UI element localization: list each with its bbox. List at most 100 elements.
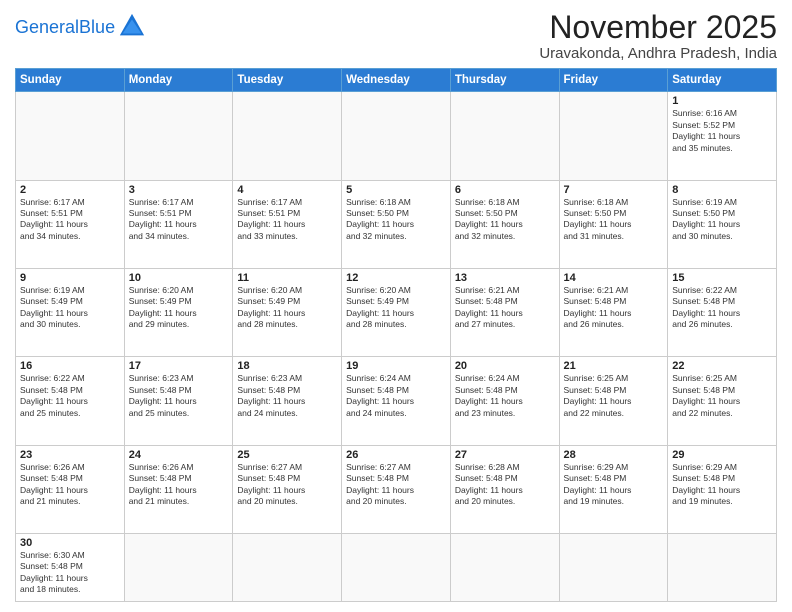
day-info: Sunrise: 6:20 AM Sunset: 5:49 PM Dayligh… [237,285,337,331]
day-info: Sunrise: 6:17 AM Sunset: 5:51 PM Dayligh… [20,197,120,243]
day-number: 22 [672,360,772,372]
day-number: 17 [129,360,229,372]
title-block: November 2025 Uravakonda, Andhra Pradesh… [539,10,777,62]
day-number: 7 [564,184,664,196]
day-cell: 22Sunrise: 6:25 AM Sunset: 5:48 PM Dayli… [668,357,777,445]
day-info: Sunrise: 6:18 AM Sunset: 5:50 PM Dayligh… [564,197,664,243]
day-number: 10 [129,272,229,284]
day-info: Sunrise: 6:18 AM Sunset: 5:50 PM Dayligh… [346,197,446,243]
day-info: Sunrise: 6:24 AM Sunset: 5:48 PM Dayligh… [455,373,555,419]
day-cell: 20Sunrise: 6:24 AM Sunset: 5:48 PM Dayli… [450,357,559,445]
day-number: 16 [20,360,120,372]
day-number: 28 [564,449,664,461]
day-cell: 1Sunrise: 6:16 AM Sunset: 5:52 PM Daylig… [668,92,777,180]
day-number: 30 [20,537,120,549]
day-info: Sunrise: 6:25 AM Sunset: 5:48 PM Dayligh… [564,373,664,419]
day-cell [668,534,777,602]
location: Uravakonda, Andhra Pradesh, India [539,45,777,62]
weekday-header-wednesday: Wednesday [342,69,451,92]
day-cell [233,534,342,602]
day-number: 19 [346,360,446,372]
day-info: Sunrise: 6:16 AM Sunset: 5:52 PM Dayligh… [672,108,772,154]
day-cell: 8Sunrise: 6:19 AM Sunset: 5:50 PM Daylig… [668,180,777,268]
day-info: Sunrise: 6:21 AM Sunset: 5:48 PM Dayligh… [564,285,664,331]
day-cell: 5Sunrise: 6:18 AM Sunset: 5:50 PM Daylig… [342,180,451,268]
day-cell: 24Sunrise: 6:26 AM Sunset: 5:48 PM Dayli… [124,445,233,533]
day-info: Sunrise: 6:17 AM Sunset: 5:51 PM Dayligh… [237,197,337,243]
day-number: 25 [237,449,337,461]
week-row-1: 2Sunrise: 6:17 AM Sunset: 5:51 PM Daylig… [16,180,777,268]
logo: GeneralBlue [15,14,146,42]
day-cell: 18Sunrise: 6:23 AM Sunset: 5:48 PM Dayli… [233,357,342,445]
week-row-5: 30Sunrise: 6:30 AM Sunset: 5:48 PM Dayli… [16,534,777,602]
day-cell: 26Sunrise: 6:27 AM Sunset: 5:48 PM Dayli… [342,445,451,533]
day-number: 29 [672,449,772,461]
day-cell: 29Sunrise: 6:29 AM Sunset: 5:48 PM Dayli… [668,445,777,533]
day-cell: 28Sunrise: 6:29 AM Sunset: 5:48 PM Dayli… [559,445,668,533]
day-info: Sunrise: 6:26 AM Sunset: 5:48 PM Dayligh… [129,462,229,508]
week-row-2: 9Sunrise: 6:19 AM Sunset: 5:49 PM Daylig… [16,268,777,356]
calendar-table: SundayMondayTuesdayWednesdayThursdayFrid… [15,68,777,602]
day-cell [16,92,125,180]
day-number: 4 [237,184,337,196]
day-info: Sunrise: 6:22 AM Sunset: 5:48 PM Dayligh… [672,285,772,331]
weekday-header-monday: Monday [124,69,233,92]
day-cell: 15Sunrise: 6:22 AM Sunset: 5:48 PM Dayli… [668,268,777,356]
day-cell: 2Sunrise: 6:17 AM Sunset: 5:51 PM Daylig… [16,180,125,268]
day-number: 9 [20,272,120,284]
day-cell [450,92,559,180]
day-info: Sunrise: 6:30 AM Sunset: 5:48 PM Dayligh… [20,550,120,596]
day-info: Sunrise: 6:23 AM Sunset: 5:48 PM Dayligh… [237,373,337,419]
day-cell: 13Sunrise: 6:21 AM Sunset: 5:48 PM Dayli… [450,268,559,356]
day-cell: 6Sunrise: 6:18 AM Sunset: 5:50 PM Daylig… [450,180,559,268]
day-info: Sunrise: 6:17 AM Sunset: 5:51 PM Dayligh… [129,197,229,243]
day-info: Sunrise: 6:27 AM Sunset: 5:48 PM Dayligh… [346,462,446,508]
weekday-header-saturday: Saturday [668,69,777,92]
day-cell: 27Sunrise: 6:28 AM Sunset: 5:48 PM Dayli… [450,445,559,533]
week-row-4: 23Sunrise: 6:26 AM Sunset: 5:48 PM Dayli… [16,445,777,533]
weekday-header-tuesday: Tuesday [233,69,342,92]
weekday-header-friday: Friday [559,69,668,92]
day-info: Sunrise: 6:22 AM Sunset: 5:48 PM Dayligh… [20,373,120,419]
day-info: Sunrise: 6:20 AM Sunset: 5:49 PM Dayligh… [346,285,446,331]
day-cell [124,534,233,602]
day-cell: 17Sunrise: 6:23 AM Sunset: 5:48 PM Dayli… [124,357,233,445]
day-cell: 19Sunrise: 6:24 AM Sunset: 5:48 PM Dayli… [342,357,451,445]
day-cell: 14Sunrise: 6:21 AM Sunset: 5:48 PM Dayli… [559,268,668,356]
day-info: Sunrise: 6:28 AM Sunset: 5:48 PM Dayligh… [455,462,555,508]
day-cell: 23Sunrise: 6:26 AM Sunset: 5:48 PM Dayli… [16,445,125,533]
day-cell [559,92,668,180]
day-number: 24 [129,449,229,461]
day-info: Sunrise: 6:19 AM Sunset: 5:49 PM Dayligh… [20,285,120,331]
day-number: 11 [237,272,337,284]
weekday-header-row: SundayMondayTuesdayWednesdayThursdayFrid… [16,69,777,92]
day-info: Sunrise: 6:25 AM Sunset: 5:48 PM Dayligh… [672,373,772,419]
logo-text: GeneralBlue [15,17,115,37]
day-number: 8 [672,184,772,196]
week-row-3: 16Sunrise: 6:22 AM Sunset: 5:48 PM Dayli… [16,357,777,445]
day-cell: 30Sunrise: 6:30 AM Sunset: 5:48 PM Dayli… [16,534,125,602]
day-cell: 11Sunrise: 6:20 AM Sunset: 5:49 PM Dayli… [233,268,342,356]
day-cell [233,92,342,180]
day-info: Sunrise: 6:23 AM Sunset: 5:48 PM Dayligh… [129,373,229,419]
day-cell: 7Sunrise: 6:18 AM Sunset: 5:50 PM Daylig… [559,180,668,268]
day-info: Sunrise: 6:26 AM Sunset: 5:48 PM Dayligh… [20,462,120,508]
day-number: 6 [455,184,555,196]
day-info: Sunrise: 6:20 AM Sunset: 5:49 PM Dayligh… [129,285,229,331]
day-cell: 21Sunrise: 6:25 AM Sunset: 5:48 PM Dayli… [559,357,668,445]
day-info: Sunrise: 6:18 AM Sunset: 5:50 PM Dayligh… [455,197,555,243]
day-number: 21 [564,360,664,372]
header: GeneralBlue November 2025 Uravakonda, An… [15,10,777,62]
day-number: 18 [237,360,337,372]
month-title: November 2025 [539,10,777,45]
day-info: Sunrise: 6:27 AM Sunset: 5:48 PM Dayligh… [237,462,337,508]
day-number: 27 [455,449,555,461]
weekday-header-sunday: Sunday [16,69,125,92]
day-cell [450,534,559,602]
day-cell [124,92,233,180]
day-cell: 9Sunrise: 6:19 AM Sunset: 5:49 PM Daylig… [16,268,125,356]
day-cell [559,534,668,602]
day-info: Sunrise: 6:21 AM Sunset: 5:48 PM Dayligh… [455,285,555,331]
day-info: Sunrise: 6:29 AM Sunset: 5:48 PM Dayligh… [672,462,772,508]
logo-icon [118,12,146,40]
